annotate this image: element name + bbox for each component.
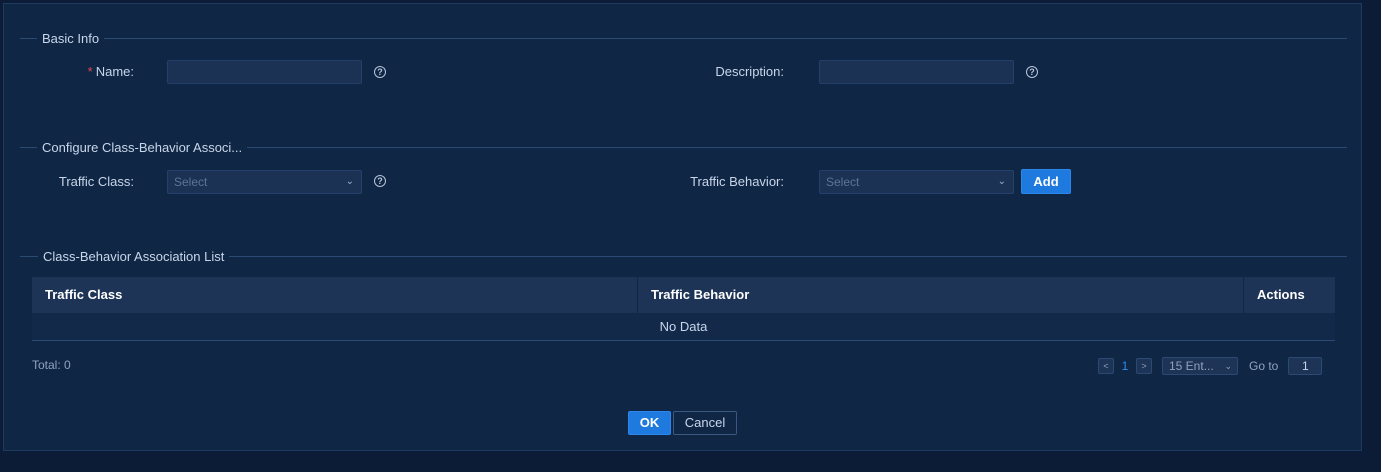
traffic-class-placeholder: Select (174, 175, 208, 189)
ok-button[interactable]: OK (628, 411, 671, 435)
column-header-traffic-class: Traffic Class (32, 277, 638, 313)
current-page[interactable]: 1 (1114, 359, 1136, 373)
description-help-icon[interactable]: ? (1026, 66, 1038, 78)
page-size-value: 15 Ent... (1169, 359, 1214, 373)
traffic-behavior-select[interactable]: Select ⌄ (819, 170, 1014, 194)
section-basic-info: Basic Info (20, 30, 1347, 46)
section-title-basic-info: Basic Info (42, 30, 100, 46)
section-configure: Configure Class-Behavior Associ... (20, 139, 1347, 155)
table-header: Traffic Class Traffic Behavior Actions (32, 277, 1335, 313)
description-input[interactable] (819, 60, 1014, 84)
column-header-actions: Actions (1257, 287, 1305, 302)
chevron-down-icon: ⌄ (345, 176, 354, 187)
cancel-button[interactable]: Cancel (673, 411, 737, 435)
next-page-button[interactable]: > (1136, 358, 1152, 374)
traffic-class-select[interactable]: Select ⌄ (167, 170, 362, 194)
name-help-icon[interactable]: ? (374, 66, 386, 78)
prev-page-button[interactable]: < (1098, 358, 1114, 374)
required-mark: * (87, 64, 93, 79)
chevron-down-icon: ⌄ (1224, 361, 1232, 371)
pagination: < 1 > 15 Ent... ⌄ Go to 1 (1098, 357, 1323, 375)
section-title-list: Class-Behavior Association List (43, 248, 225, 264)
section-title-configure: Configure Class-Behavior Associ... (42, 139, 243, 155)
traffic-class-help-icon[interactable]: ? (374, 175, 386, 187)
goto-label: Go to (1249, 359, 1279, 373)
name-input[interactable] (167, 60, 362, 84)
dialog-panel: Basic Info * Name: ? Description: ? Confi… (3, 3, 1362, 451)
goto-page-input[interactable]: 1 (1288, 357, 1323, 375)
traffic-behavior-placeholder: Select (826, 175, 860, 189)
section-list: Class-Behavior Association List (20, 248, 1347, 264)
name-label: * Name: (87, 64, 134, 79)
association-table: Traffic Class Traffic Behavior Actions N… (32, 277, 1335, 341)
traffic-behavior-label: Traffic Behavior: (690, 174, 784, 189)
add-button[interactable]: Add (1021, 169, 1071, 194)
total-count: Total: 0 (32, 358, 71, 372)
description-label: Description: (715, 64, 784, 79)
table-empty-state: No Data (32, 313, 1335, 341)
chevron-down-icon: ⌄ (997, 176, 1006, 187)
column-header-traffic-behavior: Traffic Behavior (638, 277, 1244, 313)
traffic-class-label: Traffic Class: (58, 174, 134, 189)
page-size-select[interactable]: 15 Ent... ⌄ (1162, 357, 1238, 375)
